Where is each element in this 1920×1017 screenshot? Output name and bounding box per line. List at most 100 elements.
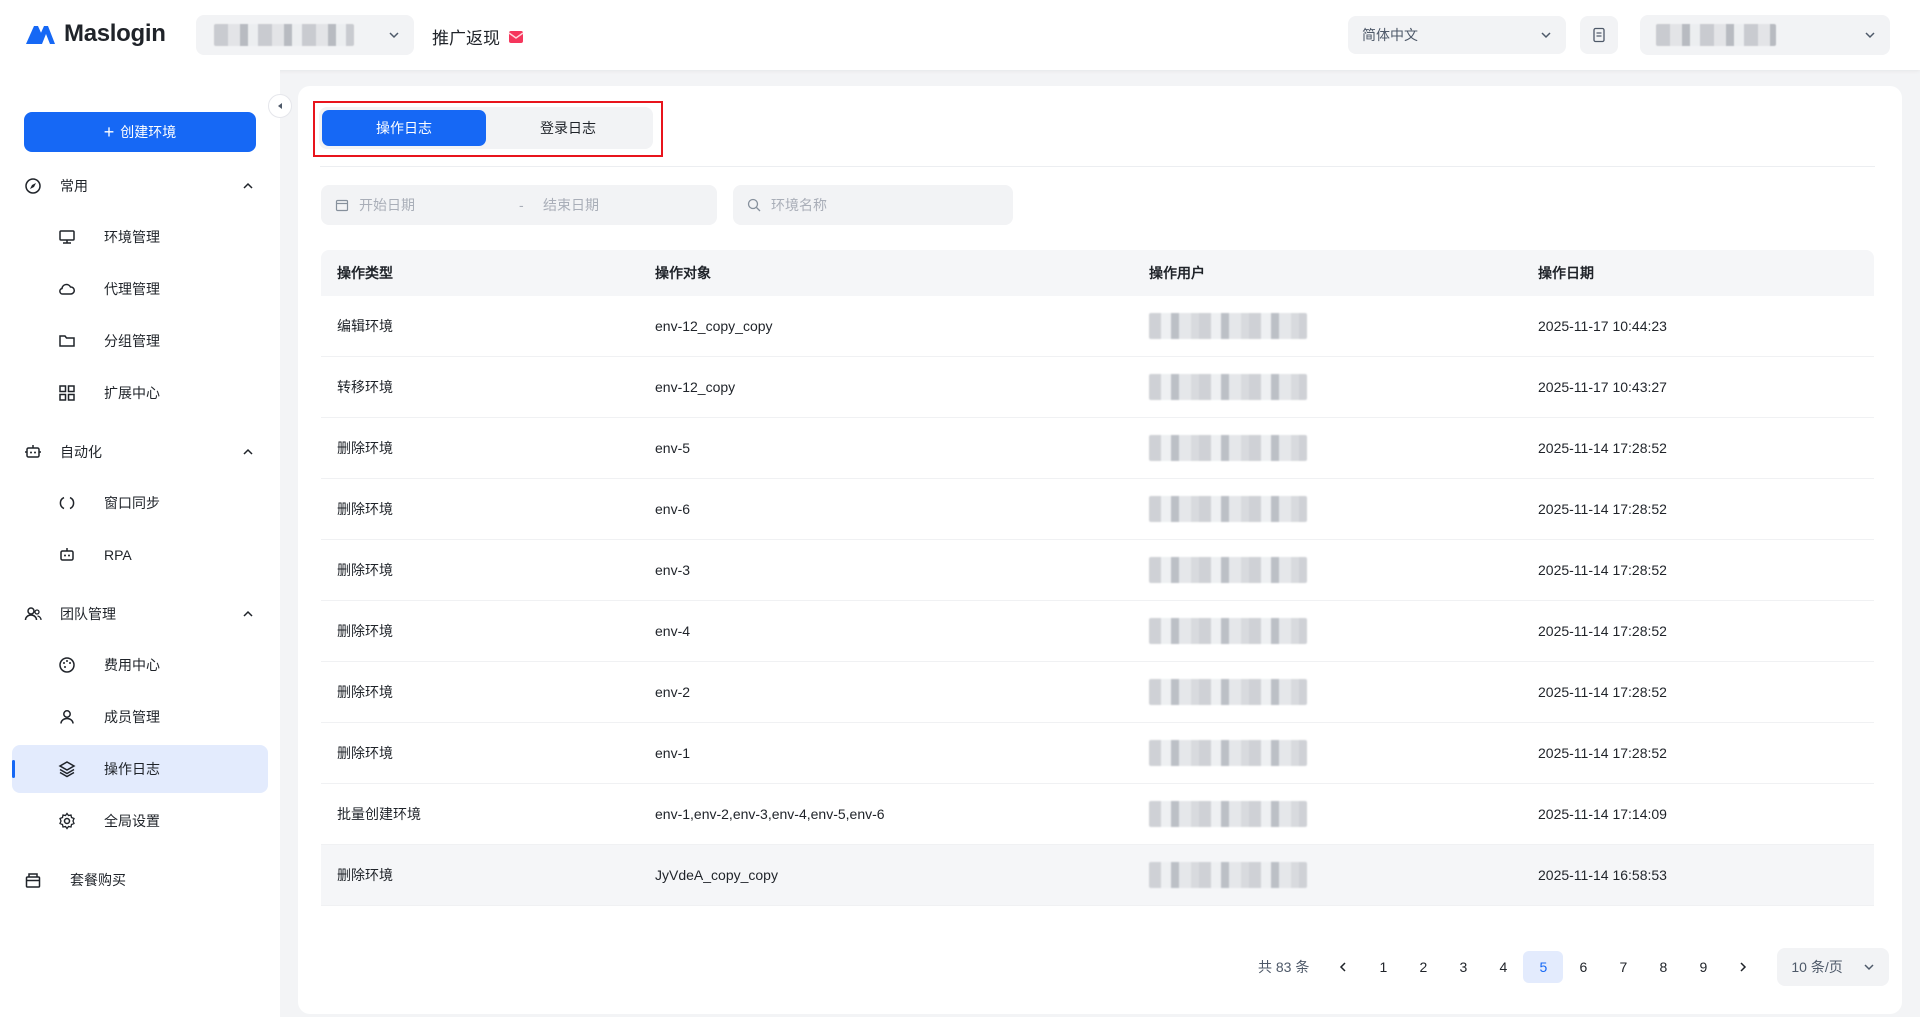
sidebar-group-team[interactable]: 团队管理 (0, 594, 280, 634)
cell-date: 2025-11-14 17:28:52 (1538, 501, 1667, 517)
folder-icon (59, 335, 75, 347)
sidebar-item-rpa[interactable]: RPA (12, 531, 268, 579)
sidebar-item-members[interactable]: 成员管理 (12, 693, 268, 741)
section-divider (320, 166, 1875, 167)
cell-target: env-1,env-2,env-3,env-4,env-5,env-6 (655, 806, 885, 822)
page-5-current[interactable]: 5 (1523, 951, 1564, 983)
column-header: 操作对象 (655, 265, 711, 281)
page-9[interactable]: 9 (1683, 951, 1723, 983)
cell-user (1133, 496, 1522, 522)
monitor-icon (59, 230, 75, 244)
sidebar-item-groups[interactable]: 分组管理 (12, 317, 268, 365)
page-4[interactable]: 4 (1483, 951, 1523, 983)
page-1[interactable]: 1 (1363, 951, 1403, 983)
page-7[interactable]: 7 (1603, 951, 1643, 983)
total-count: 共 83 条 (1258, 959, 1310, 975)
cell-date: 2025-11-14 17:28:52 (1538, 745, 1667, 761)
language-select[interactable]: 简体中文 (1348, 16, 1566, 54)
table-row[interactable]: 删除环境 env-5 2025-11-14 17:28:52 (321, 418, 1874, 479)
cell-target: env-3 (655, 562, 691, 578)
environment-search (733, 185, 1013, 225)
cell-date: 2025-11-17 10:43:27 (1538, 379, 1667, 395)
sidebar-item-label: 成员管理 (104, 709, 160, 725)
docs-button[interactable] (1580, 16, 1618, 54)
cell-type: 编辑环境 (337, 318, 393, 334)
cell-target: JyVdeA_copy_copy (655, 867, 778, 883)
sidebar-item-proxies[interactable]: 代理管理 (12, 265, 268, 313)
sidebar-group-common[interactable]: 常用 (0, 166, 280, 206)
end-date-placeholder[interactable]: 结束日期 (543, 195, 599, 215)
sidebar-group-label: 团队管理 (60, 606, 116, 622)
date-range-picker[interactable]: 开始日期 - 结束日期 (321, 185, 717, 225)
search-input[interactable] (771, 197, 1001, 213)
table-row[interactable]: 转移环境 env-12_copy 2025-11-17 10:43:27 (321, 357, 1874, 418)
page-size-select[interactable]: 10 条/页 (1777, 948, 1890, 986)
table-row[interactable]: 删除环境 env-2 2025-11-14 17:28:52 (321, 662, 1874, 723)
pagination: 共 83 条 1 2 3 4 5 6 7 8 9 10 条/页 (1258, 948, 1890, 986)
sidebar-item-billing[interactable]: 费用中心 (12, 641, 268, 689)
chevron-down-icon (1541, 32, 1551, 39)
chevron-up-icon (243, 448, 253, 455)
cell-target: env-5 (655, 440, 691, 456)
sidebar-collapse-button[interactable] (268, 94, 292, 118)
promo-link[interactable]: 推广返现 (432, 24, 524, 49)
sidebar-item-label: 扩展中心 (104, 385, 160, 401)
layers-icon (58, 761, 76, 778)
create-environment-button[interactable]: + 创建环境 (24, 112, 256, 152)
grid-apps-icon (59, 385, 75, 401)
table-row[interactable]: 删除环境 env-1 2025-11-14 17:28:52 (321, 723, 1874, 784)
brand-name: Maslogin (64, 20, 166, 47)
palette-icon (59, 657, 75, 673)
table-row[interactable]: 删除环境 env-4 2025-11-14 17:28:52 (321, 601, 1874, 662)
sidebar-item-operation-log[interactable]: 操作日志 (12, 745, 268, 793)
date-separator: - (519, 197, 524, 213)
compass-icon (25, 178, 41, 194)
cell-date: 2025-11-14 17:28:52 (1538, 623, 1667, 639)
sidebar-group-label: 自动化 (60, 444, 102, 460)
cell-date: 2025-11-14 17:28:52 (1538, 440, 1667, 456)
user-redacted (1149, 313, 1307, 339)
table-row[interactable]: 批量创建环境 env-1,env-2,env-3,env-4,env-5,env… (321, 784, 1874, 845)
sidebar-item-window-sync[interactable]: 窗口同步 (12, 479, 268, 527)
table-row[interactable]: 删除环境 env-6 2025-11-14 17:28:52 (321, 479, 1874, 540)
user-icon (60, 710, 74, 724)
sync-icon (59, 496, 75, 510)
page-6[interactable]: 6 (1563, 951, 1603, 983)
next-page-button[interactable] (1723, 951, 1763, 983)
table-row[interactable]: 删除环境 env-3 2025-11-14 17:28:52 (321, 540, 1874, 601)
cell-user (1133, 557, 1522, 583)
sidebar-item-label: 套餐购买 (70, 872, 126, 888)
brand-logo[interactable]: Maslogin (24, 20, 166, 48)
user-account-redacted (1656, 24, 1776, 46)
chevron-down-icon (389, 32, 399, 39)
page-3[interactable]: 3 (1443, 951, 1483, 983)
sidebar-item-global-settings[interactable]: 全局设置 (12, 797, 268, 845)
workspace-select[interactable] (196, 15, 414, 55)
calendar-icon (335, 199, 349, 212)
page-2[interactable]: 2 (1403, 951, 1443, 983)
cell-target: env-6 (655, 501, 691, 517)
sidebar-group-automation[interactable]: 自动化 (0, 432, 280, 472)
column-header: 操作用户 (1149, 265, 1205, 281)
prev-page-button[interactable] (1323, 951, 1363, 983)
sidebar-item-environments[interactable]: 环境管理 (12, 213, 268, 261)
sidebar-item-plans[interactable]: 套餐购买 (0, 860, 280, 900)
chevron-up-icon (243, 182, 253, 189)
active-indicator (12, 760, 15, 778)
cell-type: 批量创建环境 (337, 806, 421, 822)
cell-date: 2025-11-17 10:44:23 (1538, 318, 1667, 334)
page-8[interactable]: 8 (1643, 951, 1683, 983)
sidebar-item-label: 全局设置 (104, 813, 160, 829)
user-account-select[interactable] (1640, 15, 1890, 55)
page-size-value: 10 条/页 (1791, 959, 1843, 975)
cell-target: env-2 (655, 684, 691, 700)
sidebar-item-label: 窗口同步 (104, 495, 160, 511)
sidebar-item-extensions[interactable]: 扩展中心 (12, 369, 268, 417)
caret-left-icon (278, 103, 282, 109)
table-row[interactable]: 删除环境 JyVdeA_copy_copy 2025-11-14 16:58:5… (321, 845, 1874, 906)
robot-icon (60, 548, 74, 561)
table-row[interactable]: 编辑环境 env-12_copy_copy 2025-11-17 10:44:2… (321, 296, 1874, 357)
start-date-placeholder[interactable]: 开始日期 (359, 195, 519, 215)
user-redacted (1149, 496, 1307, 522)
user-redacted (1149, 618, 1307, 644)
